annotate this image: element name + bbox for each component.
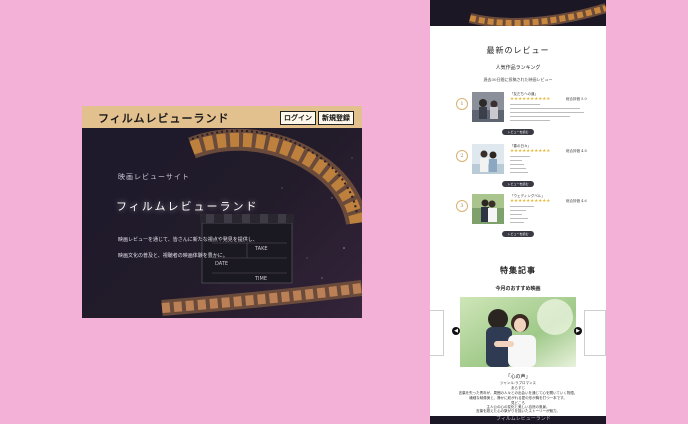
review-item: 1 「友だちへの道」 ★★★★★★★★★★ 総合評価 5.0 レビューを読む	[456, 92, 590, 136]
review-item: 3 「ウェディングベル」 ★★★★★★★★★★ 総合評価 4.6 レビューを読む	[456, 194, 590, 238]
review-thumbnail[interactable]	[472, 144, 504, 174]
review-text-line	[510, 218, 528, 219]
site-logo[interactable]: フィルムレビューランド	[98, 110, 230, 126]
rank-badge: 3	[456, 200, 468, 212]
hero-banner: 映画レビューサイト フィルムレビューランド 映画レビューを通じて、皆さんに新たな…	[82, 128, 362, 318]
review-text-line	[510, 214, 522, 215]
review-item: 2 「春の日々」 ★★★★★★★★★★ 総合評価 4.8 レビューを読む	[456, 144, 590, 188]
review-rating-label: 総合評価 5.0	[566, 97, 587, 101]
popular-ranking-heading: 人気作品ランキング	[495, 65, 541, 71]
hero-mockup: フィルムレビューランド ログイン 新規登録 映画レビューサイト フィルムレビュー…	[82, 106, 362, 318]
review-text-line	[510, 104, 540, 105]
carousel-next-slide[interactable]	[584, 310, 606, 356]
rank-badge: 1	[456, 98, 468, 110]
film-reel-illustration	[161, 128, 362, 316]
clapper-date-label: DATE	[215, 261, 229, 267]
review-thumbnail[interactable]	[472, 92, 504, 122]
carousel-prev-button[interactable]: ◀	[452, 327, 460, 335]
review-text-line	[510, 168, 526, 169]
read-review-button[interactable]: レビューを読む	[502, 181, 534, 187]
review-text-line	[510, 156, 530, 157]
review-text-line	[510, 108, 580, 109]
carousel-next-button[interactable]: ▶	[574, 327, 582, 335]
review-rating-label: 総合評価 4.6	[566, 199, 587, 203]
review-rating-label: 総合評価 4.8	[566, 149, 587, 153]
page-footer: フィルムレビューランド	[430, 416, 606, 424]
review-text-line	[510, 172, 528, 173]
star-rating: ★★★★★★★★★★	[510, 199, 551, 204]
feature-highlight: 言葉を超えた心の繋がりを描いたストーリーが魅力。	[476, 409, 560, 413]
clapper-time-label: TIME	[255, 276, 268, 282]
review-text-line	[510, 210, 526, 211]
read-review-button[interactable]: レビューを読む	[502, 129, 534, 135]
film-reel-illustration	[468, 3, 606, 26]
review-text-line	[510, 222, 524, 223]
register-button[interactable]: 新規登録	[318, 111, 354, 125]
rank-badge: 2	[456, 150, 468, 162]
review-thumbnail[interactable]	[472, 194, 504, 224]
hero-subtitle: 映画レビューサイト	[118, 173, 190, 181]
hero-title: フィルムレビューランド	[116, 200, 259, 213]
hero-description-line: 映画文化の普及と、視聴者の映画体験を豊かに。	[118, 253, 228, 259]
review-text-line	[510, 116, 570, 117]
popular-ranking-subtitle: 過去30日間に投稿された映画レビュー	[483, 77, 553, 82]
site-header: フィルムレビューランド ログイン 新規登録	[82, 106, 362, 128]
clapper-take-label: TAKE	[255, 246, 268, 252]
star-rating: ★★★★★★★★★★	[510, 97, 551, 102]
review-text-line	[510, 112, 584, 113]
review-text-line	[510, 120, 550, 121]
latest-reviews-heading: 最新のレビュー	[486, 46, 550, 55]
footer-logo: フィルムレビューランド	[496, 416, 551, 422]
read-review-button[interactable]: レビューを読む	[502, 231, 534, 237]
carousel-prev-slide[interactable]	[430, 310, 444, 356]
page-mockup: 最新のレビュー 人気作品ランキング 過去30日間に投稿された映画レビュー 1 「…	[430, 0, 606, 424]
page-top-banner	[430, 0, 606, 26]
feature-movie-image[interactable]	[460, 297, 576, 367]
hero-description-line: 映画レビューを通じて、皆さんに新たな視点や発見を提供し、	[118, 237, 258, 243]
feature-movie-title: 「心の声」	[505, 374, 531, 380]
special-feature-heading: 特集記事	[500, 265, 536, 275]
star-rating: ★★★★★★★★★★	[510, 149, 551, 154]
review-text-line	[510, 206, 534, 207]
monthly-recommend-heading: 今月のおすすめ映画	[495, 286, 541, 292]
login-button[interactable]: ログイン	[280, 111, 316, 125]
review-text-line	[510, 160, 522, 161]
review-text-line	[510, 164, 524, 165]
